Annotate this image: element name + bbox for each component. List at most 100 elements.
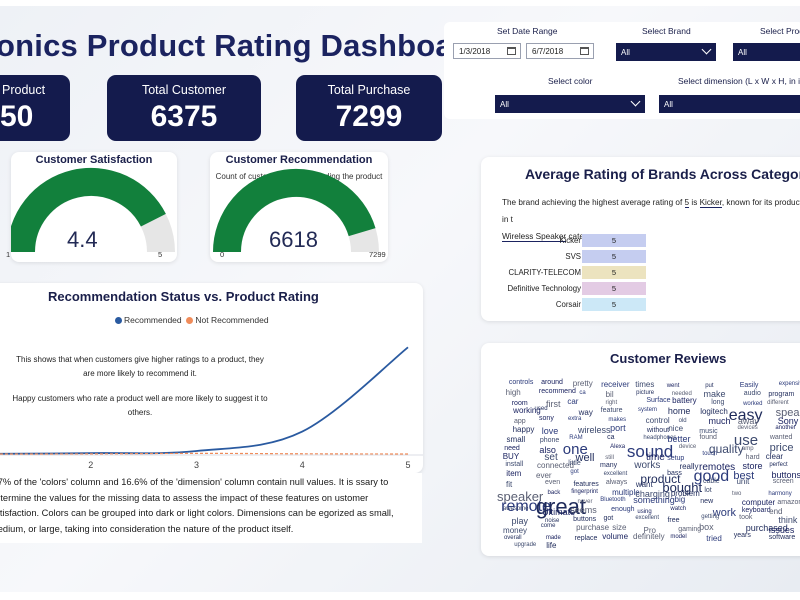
word-cloud-word: first xyxy=(546,398,561,409)
word-cloud-word: device xyxy=(678,444,697,451)
series-line-recommended xyxy=(0,346,409,455)
word-cloud-word: big xyxy=(674,495,686,505)
brand-ratings-title: Average Rating of Brands Across Categor xyxy=(525,166,800,182)
word-cloud-word: sony xyxy=(539,415,554,423)
word-cloud-word: something xyxy=(633,495,675,506)
word-cloud-word: amp xyxy=(741,445,754,452)
gauge-max: 7299 xyxy=(369,250,386,259)
kpi-value: 50 xyxy=(0,100,34,133)
word-cloud-word: play xyxy=(511,515,528,526)
calendar-icon[interactable] xyxy=(580,47,589,55)
word-cloud-word: buttons xyxy=(573,515,597,523)
word-cloud-word: without xyxy=(646,426,670,434)
brand-ratings-card: Average Rating of Brands Across Categor … xyxy=(481,157,800,321)
word-cloud-word: touch xyxy=(702,451,718,458)
recommendation-chart-card: Recommendation Status vs. Product Rating… xyxy=(0,283,423,473)
word-cloud-word: awesome xyxy=(502,506,529,513)
satisfaction-gauge-card: Customer Satisfaction Average rating 4.4… xyxy=(6,152,177,262)
word-cloud-word: app xyxy=(514,417,526,425)
word-cloud-word: ca xyxy=(579,389,586,396)
brand-rating-bar: 5 xyxy=(582,298,646,311)
brand-rating-bar: 5 xyxy=(582,282,646,295)
brand-dropdown[interactable]: All xyxy=(616,43,716,61)
kpi-value: 6375 xyxy=(150,100,218,133)
word-cloud-word: computer xyxy=(741,497,776,507)
brand-name: CLARITY-TELECOM xyxy=(508,268,582,277)
kpi-label: Total Customer xyxy=(141,83,227,97)
top-border xyxy=(0,0,800,6)
word-cloud-word: small xyxy=(506,435,526,445)
recommendation-line-chart: 2 3 4 5 xyxy=(0,346,423,470)
date-to-input[interactable]: 6/7/2018 xyxy=(526,43,594,59)
calendar-icon[interactable] xyxy=(507,47,516,55)
word-cloud-word: love xyxy=(541,425,559,436)
word-cloud-word: still xyxy=(605,454,614,461)
word-cloud-word: happy xyxy=(512,424,535,434)
filter-panel: Set Date Range 1/3/2018 6/7/2018 Select … xyxy=(444,22,800,119)
word-cloud-word: excellent xyxy=(603,470,628,477)
gauge-value: 4.4 xyxy=(67,227,98,252)
date-from-value: 1/3/2018 xyxy=(459,47,491,56)
word-cloud-word: years xyxy=(733,532,751,540)
chevron-down-icon xyxy=(630,96,641,107)
word-cloud-word: RAM xyxy=(569,434,583,441)
product-dropdown[interactable]: All xyxy=(733,43,800,61)
x-tick-label: 2 xyxy=(88,460,93,470)
word-cloud-word: enough xyxy=(611,506,635,514)
word-cloud-word: many xyxy=(600,462,618,470)
brand-rating-bar: 5 xyxy=(582,250,646,263)
word-cloud-word: times xyxy=(635,380,655,390)
gauge-min: 1 xyxy=(6,250,11,259)
data-quality-note: 7.7% of the 'colors' column and 16.6% of… xyxy=(0,473,422,544)
word-cloud-word: fit xyxy=(506,479,513,489)
word-cloud-word: life xyxy=(546,540,557,550)
word-cloud-word: went xyxy=(666,382,680,389)
desc-text: is xyxy=(689,198,700,207)
word-cloud-word: bil xyxy=(605,390,614,400)
date-from-input[interactable]: 1/3/2018 xyxy=(453,43,521,59)
series-line-not-recommended xyxy=(0,452,409,455)
kpi-product: Product 50 xyxy=(0,75,70,141)
word-cloud-word: definitely xyxy=(633,531,665,541)
word-cloud-word: even xyxy=(544,479,561,487)
word-cloud-word: hard xyxy=(745,454,760,462)
word-cloud-word: found xyxy=(699,433,717,441)
word-cloud-word: overall xyxy=(503,535,522,542)
brand-name: Corsair xyxy=(555,300,581,309)
product-label: Select Produ xyxy=(760,26,800,36)
word-cloud-word: seems xyxy=(570,504,597,515)
word-cloud-word: install xyxy=(505,460,524,468)
word-cloud-word: make xyxy=(703,388,726,399)
color-dropdown[interactable]: All xyxy=(495,95,645,113)
dimension-dropdown[interactable]: All xyxy=(659,95,800,113)
word-cloud-word: makes xyxy=(608,416,627,423)
word-cloud-word: car xyxy=(567,397,579,407)
word-cloud-word: around xyxy=(541,379,563,387)
word-cloud-word: wanted xyxy=(769,433,793,441)
date-range-label: Set Date Range xyxy=(497,26,558,36)
word-cloud-word: need xyxy=(504,444,520,452)
word-cloud-word: expensive xyxy=(778,380,800,387)
dimension-label: Select dimension (L x W x H, in in xyxy=(678,76,800,86)
kpi-total-purchase: Total Purchase 7299 xyxy=(296,75,442,141)
word-cloud-word: wireless xyxy=(577,425,611,435)
word-cloud-word: lot xyxy=(704,487,712,495)
customer-reviews-card: controls around pretty receiver times went put… xyxy=(481,343,800,556)
word-cloud-word: battery xyxy=(672,396,697,406)
word-cloud-word: purchase xyxy=(576,522,610,532)
word-cloud-word: controls xyxy=(508,379,534,387)
gauge-min: 0 xyxy=(220,250,225,259)
word-cloud-word: used xyxy=(534,406,548,413)
brand-name: Definitive Technology xyxy=(507,284,581,293)
word-cloud-word: features xyxy=(573,481,599,489)
word-cloud-word: screen xyxy=(772,478,794,486)
word-cloud-word: pretty xyxy=(572,379,593,389)
word-cloud-word: perfect xyxy=(769,462,788,469)
word-cloud-word: Bluetooth xyxy=(600,496,626,503)
word-cloud-word: put xyxy=(705,382,714,389)
word-cloud-word: logitech xyxy=(700,406,728,416)
word-cloud-word: unit xyxy=(736,477,750,487)
brand-rating-bar: 5 xyxy=(582,266,646,279)
word-cloud-word: harmony xyxy=(768,490,792,497)
word-cloud-word: system xyxy=(637,406,657,413)
